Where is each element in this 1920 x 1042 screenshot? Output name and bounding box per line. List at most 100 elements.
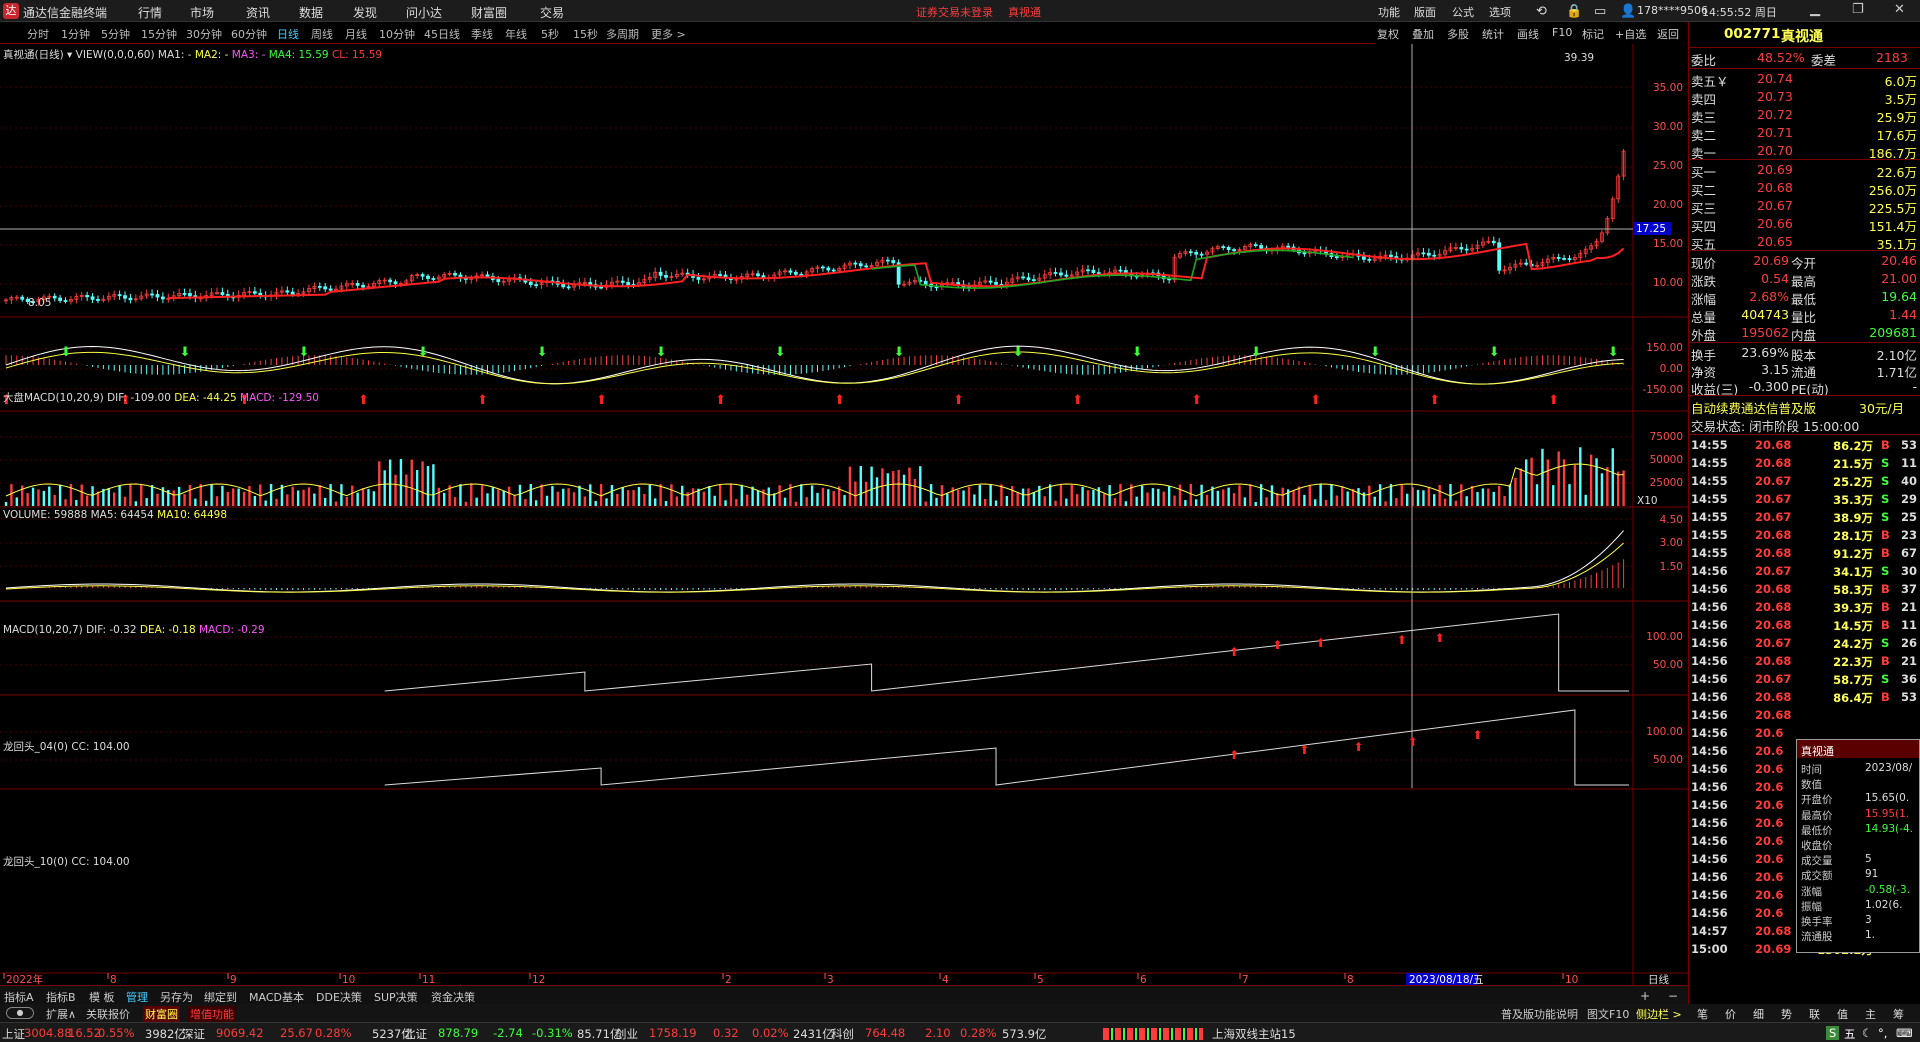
period-45day[interactable]: 45日线 <box>424 26 460 42</box>
index-name[interactable]: 上证 <box>2 1026 25 1042</box>
tab-kuozhan[interactable]: 扩展∧ <box>46 1006 76 1022</box>
tab-zijin[interactable]: 资金决策 <box>431 989 475 1005</box>
tool-tongji[interactable]: 统计 <box>1482 26 1504 42</box>
period-5min[interactable]: 5分钟 <box>101 26 130 42</box>
period-15sec[interactable]: 15秒 <box>573 26 598 42</box>
server-name[interactable]: 上海双线主站15 <box>1212 1026 1296 1042</box>
period-quarter[interactable]: 季线 <box>471 26 493 42</box>
tool-fuquan[interactable]: 复权 <box>1377 26 1399 42</box>
login-warning[interactable]: 证券交易未登录 <box>916 4 993 20</box>
period-5sec[interactable]: 5秒 <box>541 26 559 42</box>
tab-macd-jiben[interactable]: MACD基本 <box>249 989 304 1005</box>
punct-icon[interactable]: °, <box>1878 1026 1887 1040</box>
menu-shichang[interactable]: 市场 <box>190 4 214 21</box>
tool-duogu[interactable]: 多股 <box>1447 26 1469 42</box>
restore-icon[interactable]: ❐ <box>1852 2 1864 17</box>
ime-wu[interactable]: 五 <box>1844 1026 1856 1042</box>
period-60min[interactable]: 60分钟 <box>231 26 267 42</box>
menu-xuanxiang[interactable]: 选项 <box>1489 4 1511 20</box>
chart-area[interactable]: 17.25 39.39 8.05 ⬆ ⬇ ⬆ ⬇ ⬆ ⬇ ⬆ ⬇ ⬆ ⬇ ⬆ ⬇ ⬆ ⬇ ⬆ ⬇ ⬆ ⬇ ⬆ ⬇ ⬆ ⬇ ⬆ ⬇ ⬆ ⬇… <box>0 44 1688 985</box>
buy-price: 20.68 <box>1757 180 1793 195</box>
tab-dde[interactable]: DDE决策 <box>316 989 362 1005</box>
zoom-in-icon[interactable]: + <box>1640 989 1650 1003</box>
sell-row: 卖四 20.73 3.5万 <box>1689 88 1920 107</box>
tab-zhibiao-b[interactable]: 指标B <box>46 989 76 1005</box>
volume-bar <box>491 487 495 506</box>
side-tab-5[interactable]: 值 <box>1837 1006 1848 1022</box>
index-name[interactable]: 深证 <box>182 1026 205 1042</box>
toggle-switch-icon[interactable]: ● <box>6 1007 34 1019</box>
index-amt: 2431亿 <box>793 1027 834 1041</box>
tool-biaoji[interactable]: 标记 <box>1582 26 1604 42</box>
lock-icon[interactable]: 🔒 <box>1566 4 1582 19</box>
link-f10[interactable]: 图文F10 <box>1587 1006 1629 1022</box>
tab-guanlian-baojia[interactable]: 关联报价 <box>86 1006 130 1022</box>
period-30min[interactable]: 30分钟 <box>186 26 222 42</box>
menu-banmian[interactable]: 版面 <box>1414 4 1436 20</box>
period-more[interactable]: 更多 > <box>651 26 686 42</box>
tab-sup[interactable]: SUP决策 <box>374 989 418 1005</box>
index-name[interactable]: 科创 <box>831 1026 854 1042</box>
tick-time: 14:55 <box>1691 492 1728 506</box>
period-multi[interactable]: 多周期 <box>606 26 639 42</box>
side-tab-0[interactable]: 笔 <box>1697 1006 1708 1022</box>
index-name[interactable]: 北证 <box>404 1026 427 1042</box>
menu-zixun[interactable]: 资讯 <box>246 4 270 21</box>
tool-diejia[interactable]: 叠加 <box>1412 26 1434 42</box>
weibi-value: 48.52% <box>1757 50 1805 65</box>
period-fenshi[interactable]: 分时 <box>27 26 49 42</box>
period-15min[interactable]: 15分钟 <box>141 26 177 42</box>
zoom-out-icon[interactable]: − <box>1668 989 1678 1003</box>
tab-caifuquan[interactable]: 财富圈 <box>143 1006 180 1022</box>
x-axis-label: 12 <box>532 974 545 985</box>
tool-huaxian[interactable]: 画线 <box>1517 26 1539 42</box>
link-sidebar[interactable]: 侧边栏 > <box>1636 1006 1682 1022</box>
tab-bangdingdao[interactable]: 绑定到 <box>204 989 237 1005</box>
close-icon[interactable]: ✕ <box>1894 2 1905 17</box>
tool-add-watchlist[interactable]: +自选 <box>1615 26 1646 42</box>
side-tab-4[interactable]: 联 <box>1809 1006 1820 1022</box>
period-1min[interactable]: 1分钟 <box>61 26 90 42</box>
tab-lingcunwei[interactable]: 另存为 <box>160 989 193 1005</box>
user-icon[interactable]: 👤 <box>1620 4 1636 19</box>
index-name[interactable]: 创业 <box>615 1026 638 1042</box>
data-window[interactable]: 真视通 时间 2023/08/数值 开盘价 15.65(0. 最高价 15.95(1. 最低… <box>1796 739 1920 953</box>
ime-icon[interactable]: S <box>1826 1026 1840 1040</box>
tab-muban[interactable]: 模 板 <box>89 989 115 1005</box>
sell-row: 卖五￥ 20.74 6.0万 <box>1689 70 1920 89</box>
menu-caifuquan[interactable]: 财富圈 <box>471 4 507 21</box>
tab-zengzhi[interactable]: 增值功能 <box>188 1006 236 1022</box>
user-account[interactable]: 178****9506 <box>1637 4 1708 17</box>
tab-zhibiao-a[interactable]: 指标A <box>4 989 34 1005</box>
period-weekly[interactable]: 周线 <box>311 26 333 42</box>
menu-faxian[interactable]: 发现 <box>353 4 377 21</box>
side-tab-3[interactable]: 势 <box>1781 1006 1792 1022</box>
promo-row[interactable]: 自动续费通达信普及版 30元/月 <box>1689 397 1920 416</box>
menu-wenxiaoda[interactable]: 问小达 <box>406 4 442 21</box>
tab-guanli[interactable]: 管理 <box>126 989 148 1005</box>
period-monthly[interactable]: 月线 <box>345 26 367 42</box>
period-daily[interactable]: 日线 <box>277 26 299 42</box>
tool-back[interactable]: 返回 <box>1657 26 1679 42</box>
volume-bar <box>172 490 175 506</box>
minimize-icon[interactable]: ▁ <box>1810 2 1820 17</box>
window-icon[interactable]: ▭ <box>1594 4 1606 19</box>
period-10min[interactable]: 10分钟 <box>379 26 415 42</box>
tool-f10[interactable]: F10 <box>1552 26 1572 39</box>
moon-icon[interactable]: ☾ <box>1862 1026 1872 1040</box>
link-features[interactable]: 普及版功能说明 <box>1501 1006 1578 1022</box>
refresh-icon[interactable]: ⟲ <box>1536 4 1547 19</box>
menu-jiaoyi[interactable]: 交易 <box>540 4 564 21</box>
period-year[interactable]: 年线 <box>505 26 527 42</box>
side-tab-2[interactable]: 细 <box>1753 1006 1764 1022</box>
menu-hangqing[interactable]: 行情 <box>138 4 162 21</box>
keyboard-icon[interactable]: ⌨ <box>1896 1026 1913 1040</box>
side-tab-7[interactable]: 筹 <box>1893 1006 1904 1022</box>
menu-gongshi[interactable]: 公式 <box>1452 4 1474 20</box>
side-tab-6[interactable]: 主 <box>1865 1006 1876 1022</box>
stock-name-link[interactable]: 真视通 <box>1008 4 1041 20</box>
menu-gongneng[interactable]: 功能 <box>1378 4 1400 20</box>
menu-shuju[interactable]: 数据 <box>299 4 323 21</box>
chevron-down-icon[interactable]: ▾ <box>67 49 72 61</box>
side-tab-1[interactable]: 价 <box>1725 1006 1736 1022</box>
